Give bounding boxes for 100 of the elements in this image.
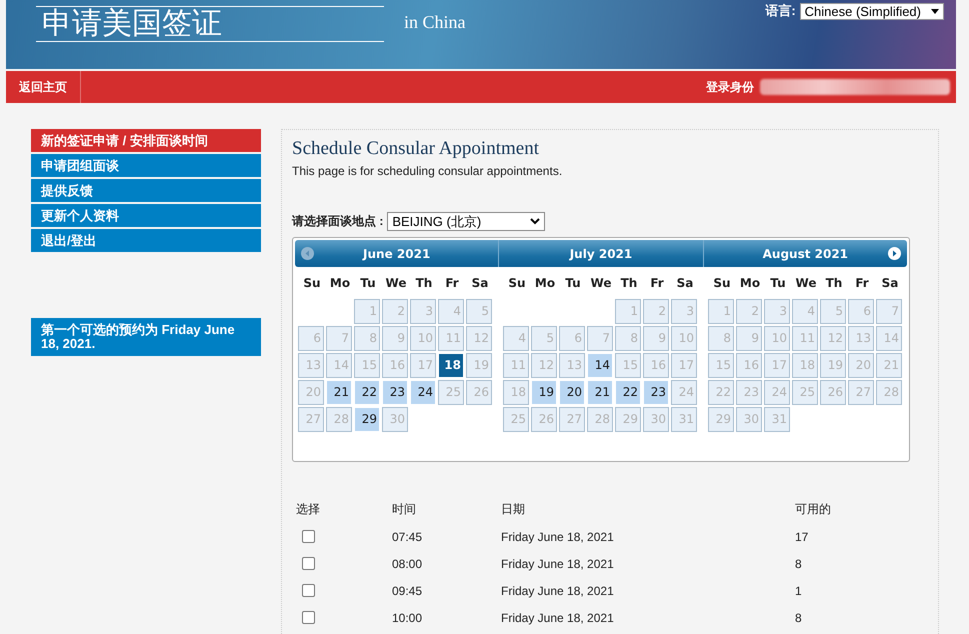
calendar-day: 2	[382, 299, 408, 324]
calendar-day: 22	[708, 380, 734, 405]
calendar-day: 7	[876, 299, 902, 324]
checkbox[interactable]	[302, 584, 315, 597]
weekday-label: Su	[712, 276, 732, 290]
calendar-day: 8	[708, 326, 734, 351]
checkbox[interactable]	[302, 557, 315, 570]
calendar-day: 2	[643, 299, 669, 324]
calendar-day[interactable]: 23	[643, 380, 669, 405]
column-header: 时间	[391, 501, 417, 518]
calendar-day: 13	[848, 326, 874, 351]
calendar-day[interactable]: 21	[587, 380, 613, 405]
calendar-day: 5	[466, 299, 492, 324]
calendar-day: 17	[764, 353, 790, 378]
calendar-day[interactable]: 19	[531, 380, 557, 405]
calendar-day[interactable]: 22	[615, 380, 641, 405]
weekday-label: Mo	[328, 276, 352, 290]
site-title: 申请美国签证	[36, 6, 384, 42]
sidebar-item[interactable]: 新的签证申请 / 安排面谈时间	[31, 129, 261, 152]
calendar-day[interactable]: 24	[410, 380, 436, 405]
calendar-day: 28	[876, 380, 902, 405]
calendar-day: 11	[438, 326, 464, 351]
calendar-day: 18	[503, 380, 529, 405]
calendar-day: 26	[820, 380, 846, 405]
calendar-day: 12	[466, 326, 492, 351]
time-cell: 07:45	[392, 530, 422, 544]
sidebar-item[interactable]: 更新个人资料	[31, 204, 261, 227]
calendar-day[interactable]: 18	[438, 353, 464, 378]
appointment-notice: 第一个可选的预约为 Friday June 18, 2021.	[31, 318, 261, 356]
weekday-label: Su	[302, 276, 322, 290]
dropdown-arrow-icon	[931, 8, 939, 14]
month-title: August 2021	[762, 246, 848, 260]
calendar-day: 11	[792, 326, 818, 351]
month-title: June 2021	[363, 246, 430, 260]
date-cell: Friday June 18, 2021	[501, 610, 614, 624]
home-link[interactable]: 返回主页	[6, 71, 81, 103]
weekday-label: Sa	[880, 276, 900, 290]
next-icon[interactable]	[888, 247, 901, 260]
column-header: 日期	[500, 501, 526, 518]
calendar-day: 10	[410, 326, 436, 351]
chevron-down-icon	[530, 218, 540, 225]
calendar-day: 15	[354, 353, 380, 378]
available-count: 8	[795, 610, 802, 624]
date-cell: Friday June 18, 2021	[501, 530, 614, 544]
calendar-day: 13	[559, 353, 585, 378]
calendar-day: 15	[708, 353, 734, 378]
checkbox[interactable]	[302, 530, 315, 543]
calendar-day: 19	[466, 353, 492, 378]
calendar-day: 20	[298, 380, 324, 405]
month-title: July 2021	[570, 246, 632, 260]
previous-icon[interactable]	[301, 247, 314, 260]
calendar-day: 26	[466, 380, 492, 405]
weekday-label: Tu	[564, 276, 582, 290]
login-label: 登录身份	[706, 78, 754, 96]
weekday-label: Th	[620, 276, 638, 290]
sidebar-item[interactable]: 退出/登出	[31, 229, 261, 252]
calendar-day[interactable]: 23	[382, 380, 408, 405]
page-description: This page is for scheduling consular appointments.	[292, 164, 564, 178]
language-label: 语言:	[765, 2, 796, 20]
calendar-day: 5	[820, 299, 846, 324]
checkbox[interactable]	[302, 611, 315, 624]
calendar-day: 17	[671, 353, 697, 378]
weekday-label: We	[384, 276, 408, 290]
calendar-day: 25	[792, 380, 818, 405]
time-cell: 08:00	[392, 556, 422, 570]
location-label: 请选择面谈地点 :	[292, 213, 384, 230]
calendar-day[interactable]: 22	[354, 380, 380, 405]
calendar-day: 29	[615, 407, 641, 432]
calendar-day: 3	[410, 299, 436, 324]
available-count: 1	[795, 584, 802, 598]
location-select[interactable]: BEIJING (北京)	[387, 212, 546, 231]
calendar-day: 12	[531, 353, 557, 378]
calendar-day: 25	[503, 407, 529, 432]
calendar-day[interactable]: 20	[559, 380, 585, 405]
calendar-day[interactable]: 14	[587, 353, 613, 378]
time-cell: 10:00	[392, 610, 422, 624]
calendar-day: 13	[298, 353, 324, 378]
language-select[interactable]: Chinese (Simplified)	[800, 2, 944, 20]
calendar-day: 28	[587, 407, 613, 432]
column-header: 可用的	[794, 501, 832, 518]
calendar-day: 9	[382, 326, 408, 351]
time-cell: 09:45	[392, 584, 422, 598]
site-subtitle: in China	[404, 12, 466, 33]
calendar-day[interactable]: 21	[326, 380, 352, 405]
weekday-label: Fr	[854, 276, 870, 290]
weekday-label: Sa	[676, 276, 694, 290]
column-header: 选择	[295, 501, 321, 518]
sidebar-item[interactable]: 申请团组面谈	[31, 154, 261, 177]
calendar-day: 9	[643, 326, 669, 351]
calendar-day: 5	[531, 326, 557, 351]
date-cell: Friday June 18, 2021	[501, 556, 614, 570]
calendar-day: 6	[559, 326, 585, 351]
weekday-label: Mo	[534, 276, 556, 290]
calendar-day: 4	[792, 299, 818, 324]
calendar-day: 26	[531, 407, 557, 432]
calendar-day: 31	[671, 407, 697, 432]
calendar-day[interactable]: 29	[354, 407, 380, 432]
sidebar-item[interactable]: 提供反馈	[31, 179, 261, 202]
calendar-day: 6	[848, 299, 874, 324]
calendar-day: 24	[764, 380, 790, 405]
